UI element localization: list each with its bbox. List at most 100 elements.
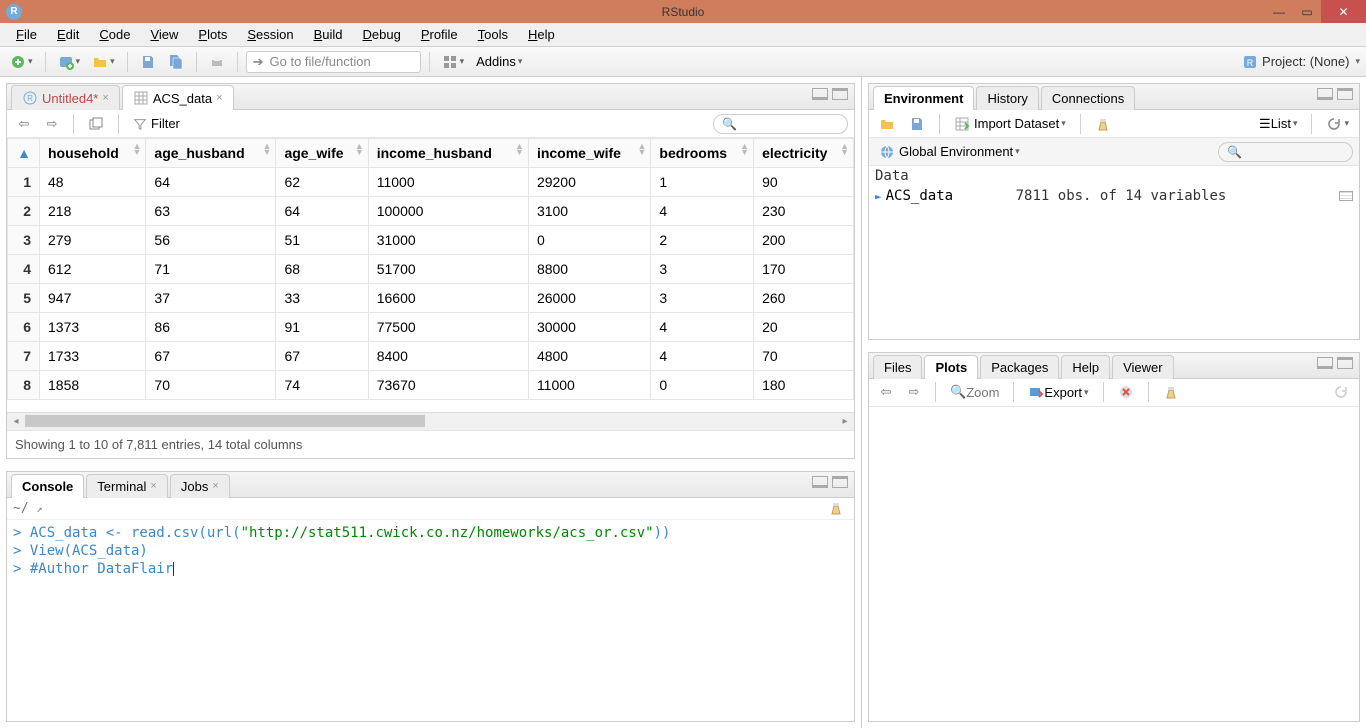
save-all-button[interactable]: [164, 51, 188, 73]
minimize-pane-icon[interactable]: [1317, 357, 1333, 369]
addins-button[interactable]: Addins ▾: [472, 51, 526, 73]
plot-back-button[interactable]: ⇦: [875, 381, 897, 403]
forward-button[interactable]: ⇨: [41, 113, 63, 135]
clear-console-button[interactable]: [824, 497, 848, 519]
new-file-button[interactable]: ▾: [6, 51, 37, 73]
new-project-button[interactable]: ▾: [54, 51, 85, 73]
column-header[interactable]: bedrooms▲▼: [651, 139, 754, 168]
clear-env-button[interactable]: [1091, 113, 1115, 135]
viewer-tab-files[interactable]: Files: [873, 355, 922, 379]
grid-icon[interactable]: [1339, 191, 1353, 201]
column-header[interactable]: age_wife▲▼: [276, 139, 368, 168]
menu-view[interactable]: View: [140, 24, 188, 45]
refresh-plots-button[interactable]: [1329, 381, 1353, 403]
scope-selector[interactable]: Global Environment ▾: [875, 141, 1024, 163]
viewer-tabs: Files Plots Packages Help Viewer: [869, 353, 1359, 379]
menu-build[interactable]: Build: [304, 24, 353, 45]
clear-plots-button[interactable]: [1159, 381, 1183, 403]
viewer-tab-packages[interactable]: Packages: [980, 355, 1059, 379]
minimize-button[interactable]: —: [1265, 0, 1293, 23]
env-search-input[interactable]: 🔍: [1218, 142, 1353, 162]
table-row[interactable]: 327956513100002200: [8, 226, 854, 255]
project-selector[interactable]: R Project: (None) ▾: [1242, 54, 1360, 70]
table-row[interactable]: 5947373316600260003260: [8, 284, 854, 313]
filter-button[interactable]: Filter: [129, 113, 184, 135]
env-tab-connections[interactable]: Connections: [1041, 86, 1135, 110]
menu-plots[interactable]: Plots: [188, 24, 237, 45]
expand-icon[interactable]: ►: [875, 190, 882, 203]
plot-area: [869, 407, 1359, 721]
maximize-button[interactable]: ▭: [1293, 0, 1321, 23]
source-tab-untitled[interactable]: R Untitled4* ×: [11, 85, 120, 110]
column-header[interactable]: income_wife▲▼: [528, 139, 650, 168]
list-view-button[interactable]: ☰ List ▾: [1255, 113, 1301, 135]
env-item-acsdata[interactable]: ► ACS_data 7811 obs. of 14 variables: [869, 186, 1359, 206]
column-header[interactable]: income_husband▲▼: [368, 139, 528, 168]
table-row[interactable]: 6137386917750030000420: [8, 313, 854, 342]
menu-tools[interactable]: Tools: [468, 24, 518, 45]
save-workspace-button[interactable]: [905, 113, 929, 135]
terminal-tab[interactable]: Terminal ×: [86, 474, 168, 498]
minimize-pane-icon[interactable]: [812, 88, 828, 100]
remove-plot-button[interactable]: [1114, 381, 1138, 403]
menu-profile[interactable]: Profile: [411, 24, 468, 45]
row-number-header[interactable]: ▲: [8, 139, 40, 168]
load-workspace-button[interactable]: [875, 113, 899, 135]
cell: 20: [754, 313, 854, 342]
viewer-tab-help[interactable]: Help: [1061, 355, 1110, 379]
menu-help[interactable]: Help: [518, 24, 565, 45]
menu-session[interactable]: Session: [237, 24, 303, 45]
env-tab-environment[interactable]: Environment: [873, 86, 974, 110]
close-icon[interactable]: ×: [102, 92, 108, 104]
scroll-left-arrow[interactable]: ◂: [7, 413, 25, 431]
close-button[interactable]: ✕: [1321, 0, 1366, 23]
plot-forward-button[interactable]: ⇨: [903, 381, 925, 403]
maximize-pane-icon[interactable]: [832, 476, 848, 488]
maximize-pane-icon[interactable]: [832, 88, 848, 100]
scrollbar-thumb[interactable]: [25, 415, 425, 427]
minimize-pane-icon[interactable]: [812, 476, 828, 488]
table-row[interactable]: 2218636410000031004230: [8, 197, 854, 226]
back-button[interactable]: ⇦: [13, 113, 35, 135]
horizontal-scrollbar[interactable]: ◂ ▸: [7, 412, 854, 430]
maximize-pane-icon[interactable]: [1337, 88, 1353, 100]
menu-edit[interactable]: Edit: [47, 24, 89, 45]
save-button[interactable]: [136, 51, 160, 73]
console-tab[interactable]: Console: [11, 474, 84, 498]
tab-label: Plots: [935, 360, 967, 375]
column-header[interactable]: age_husband▲▼: [146, 139, 276, 168]
close-icon[interactable]: ×: [216, 92, 222, 104]
goto-file-input[interactable]: ➔ Go to file/function: [246, 51, 421, 73]
viewer-tab-plots[interactable]: Plots: [924, 355, 978, 379]
column-header[interactable]: household▲▼: [40, 139, 146, 168]
data-search-input[interactable]: 🔍: [713, 114, 848, 134]
console-body[interactable]: > ACS_data <- read.csv(url("http://stat5…: [7, 520, 854, 721]
jobs-tab[interactable]: Jobs ×: [170, 474, 230, 498]
minimize-pane-icon[interactable]: [1317, 88, 1333, 100]
viewer-tab-viewer[interactable]: Viewer: [1112, 355, 1174, 379]
close-icon[interactable]: ×: [212, 480, 218, 492]
popout-button[interactable]: [84, 113, 108, 135]
refresh-button[interactable]: ▾: [1322, 113, 1353, 135]
table-row[interactable]: 81858707473670110000180: [8, 371, 854, 400]
open-file-button[interactable]: ▾: [88, 51, 119, 73]
export-button[interactable]: Export ▾: [1024, 381, 1092, 403]
grid-tool-button[interactable]: ▾: [438, 51, 469, 73]
table-row[interactable]: 461271685170088003170: [8, 255, 854, 284]
menu-file[interactable]: File: [6, 24, 47, 45]
scroll-right-arrow[interactable]: ▸: [836, 413, 854, 431]
menu-debug[interactable]: Debug: [353, 24, 411, 45]
zoom-button[interactable]: 🔍 Zoom: [946, 381, 1003, 403]
maximize-pane-icon[interactable]: [1337, 357, 1353, 369]
data-grid[interactable]: ▲household▲▼age_husband▲▼age_wife▲▼incom…: [7, 138, 854, 412]
table-row[interactable]: 14864621100029200190: [8, 168, 854, 197]
close-icon[interactable]: ×: [150, 480, 156, 492]
source-tab-acsdata[interactable]: ACS_data ×: [122, 85, 234, 110]
import-dataset-button[interactable]: Import Dataset ▾: [950, 113, 1070, 135]
table-row[interactable]: 71733676784004800470: [8, 342, 854, 371]
menu-code[interactable]: Code: [89, 24, 140, 45]
print-button[interactable]: [205, 51, 229, 73]
tab-label: Untitled4*: [42, 91, 98, 106]
env-tab-history[interactable]: History: [976, 86, 1038, 110]
column-header[interactable]: electricity▲▼: [754, 139, 854, 168]
